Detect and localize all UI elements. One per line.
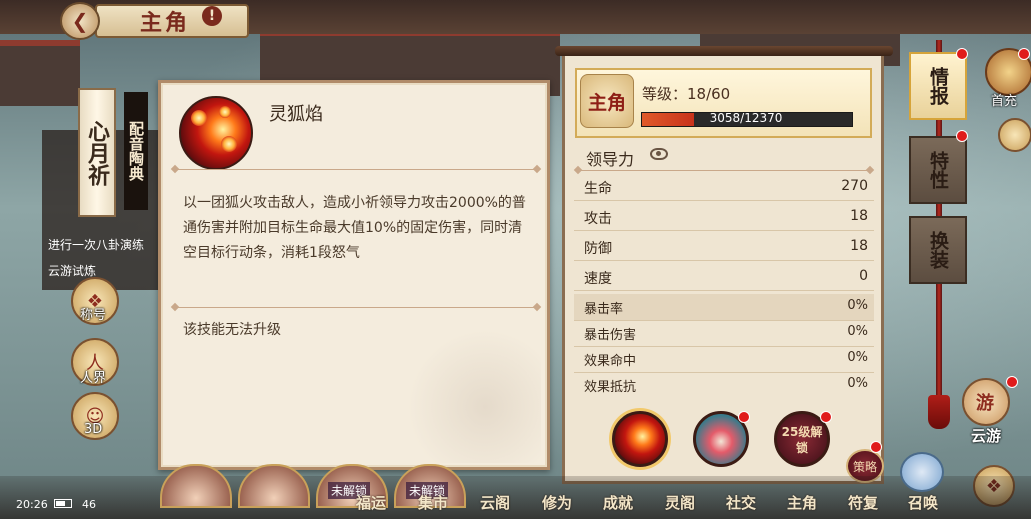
divider [175,307,537,308]
divider [175,169,537,170]
fireball-icon [219,106,231,118]
nav-social[interactable]: 社交 [726,492,756,513]
ink-wash-decoration [401,323,541,463]
fireball-icon [191,110,207,126]
page-title: 主角 [140,10,191,36]
skill-orb-fox-fire[interactable] [612,411,668,467]
tab-traits[interactable]: 特性 [909,136,967,204]
notification-dot [1018,48,1030,60]
nav-spirit-pavilion[interactable]: 灵阁 [665,492,695,513]
stat-value: 18 [850,238,868,254]
background-building [0,40,80,106]
stat-row: 攻击 18 [574,204,874,230]
skill-upgrade-note: 该技能无法升级 [183,322,281,338]
status-battery: 46 [82,498,96,511]
nav-cultivation[interactable]: 修为 [542,492,572,513]
nav-market[interactable]: 集市 [418,492,448,513]
nav-summon[interactable]: 召唤 [908,492,938,513]
stat-name: 暴击伤害 [584,328,637,343]
stat-name: 攻击 [584,211,612,227]
stat-value: 270 [841,178,868,194]
stat-name: 防御 [584,241,612,257]
fox-fire-skill-icon [179,96,253,170]
voice-actor-banner: 配音陶典 [124,92,148,210]
stat-row: 速度 0 [574,264,874,290]
status-time: 20:26 [16,498,48,511]
stat-divider [574,260,874,261]
nav-fortune[interactable]: 福运 [356,492,386,513]
human-realm-label: 人界 [80,371,107,386]
stat-row: 效果命中 0% [574,346,874,372]
level-label: 等级：18/60 [642,85,731,103]
scroll-rod [555,46,893,56]
first-charge-label: 首充 [991,94,1018,109]
notification-dot [956,48,968,60]
collapse-arrow-icon[interactable] [998,118,1031,152]
nav-cloud-pavilion[interactable]: 云阁 [480,492,510,513]
stat-name: 生命 [584,181,612,197]
notification-dot [1006,376,1018,388]
tassel-decoration [928,395,950,429]
skill-name: 灵狐焰 [269,104,323,125]
stat-divider [574,230,874,231]
notification-dot [738,411,750,423]
cloud-travel-label: 云游 [971,427,1002,445]
tab-info[interactable]: 情报 [909,52,967,120]
stat-name: 暴击率 [584,302,624,317]
stat-row: 防御 18 [574,234,874,260]
stat-name: 速度 [584,271,612,287]
stat-value: 0% [847,298,868,313]
back-arrow-icon: ❮ [71,9,89,33]
hero-tag: 主角 [580,74,634,128]
help-button[interactable]: ! [202,6,222,26]
eye-icon[interactable] [650,148,668,160]
stat-row: 效果抵抗 0% [574,372,874,398]
divider [578,170,870,171]
stat-row: 暴击伤害 0% [574,320,874,346]
battery-icon [54,499,72,508]
exp-text: 3058/12370 [709,111,783,125]
skill-description: 以一团狐火攻击敌人，造成小祈领导力攻击2000%的普通伤害并附加目标生命最大值1… [183,195,526,261]
summon-icon[interactable] [900,452,944,492]
attribute-section-title: 领导力 [586,150,635,169]
stat-row: 暴击率 0% [574,294,874,320]
notification-dot [820,411,832,423]
title-button-label: 称号 [80,308,107,323]
fireball-icon [221,136,237,152]
skill-detail-popup: 灵狐焰 以一团狐火攻击敌人，造成小祈领导力攻击2000%的普通伤害并附加目标生命… [158,80,550,470]
nav-talisman[interactable]: 符复 [848,492,878,513]
back-button[interactable]: ❮ [60,2,100,40]
notification-dot [956,130,968,142]
stat-value: 18 [850,208,868,224]
mission-item[interactable]: 进行一次八卦演练 [48,236,144,253]
cloud-travel-button[interactable]: 游 [962,378,1010,426]
stat-row: 生命 270 [574,174,874,200]
3d-model-label: 3D [84,422,103,437]
tab-outfit[interactable]: 换装 [909,216,967,284]
notification-dot [870,441,882,453]
mission-item[interactable]: 云游试炼 [48,262,96,279]
scroll-icon: 游 [976,393,994,414]
stat-value: 0% [847,350,868,365]
stat-divider [574,200,874,201]
nav-achievements[interactable]: 成就 [603,492,633,513]
stat-value: 0% [847,376,868,391]
nav-protagonist[interactable]: 主角 [787,492,817,513]
stat-divider [574,290,874,291]
stat-name: 效果命中 [584,354,637,369]
stat-name: 效果抵抗 [584,380,637,395]
character-name-banner: 心月祈 [78,88,116,217]
stat-value: 0% [847,324,868,339]
stat-value: 0 [859,268,868,284]
